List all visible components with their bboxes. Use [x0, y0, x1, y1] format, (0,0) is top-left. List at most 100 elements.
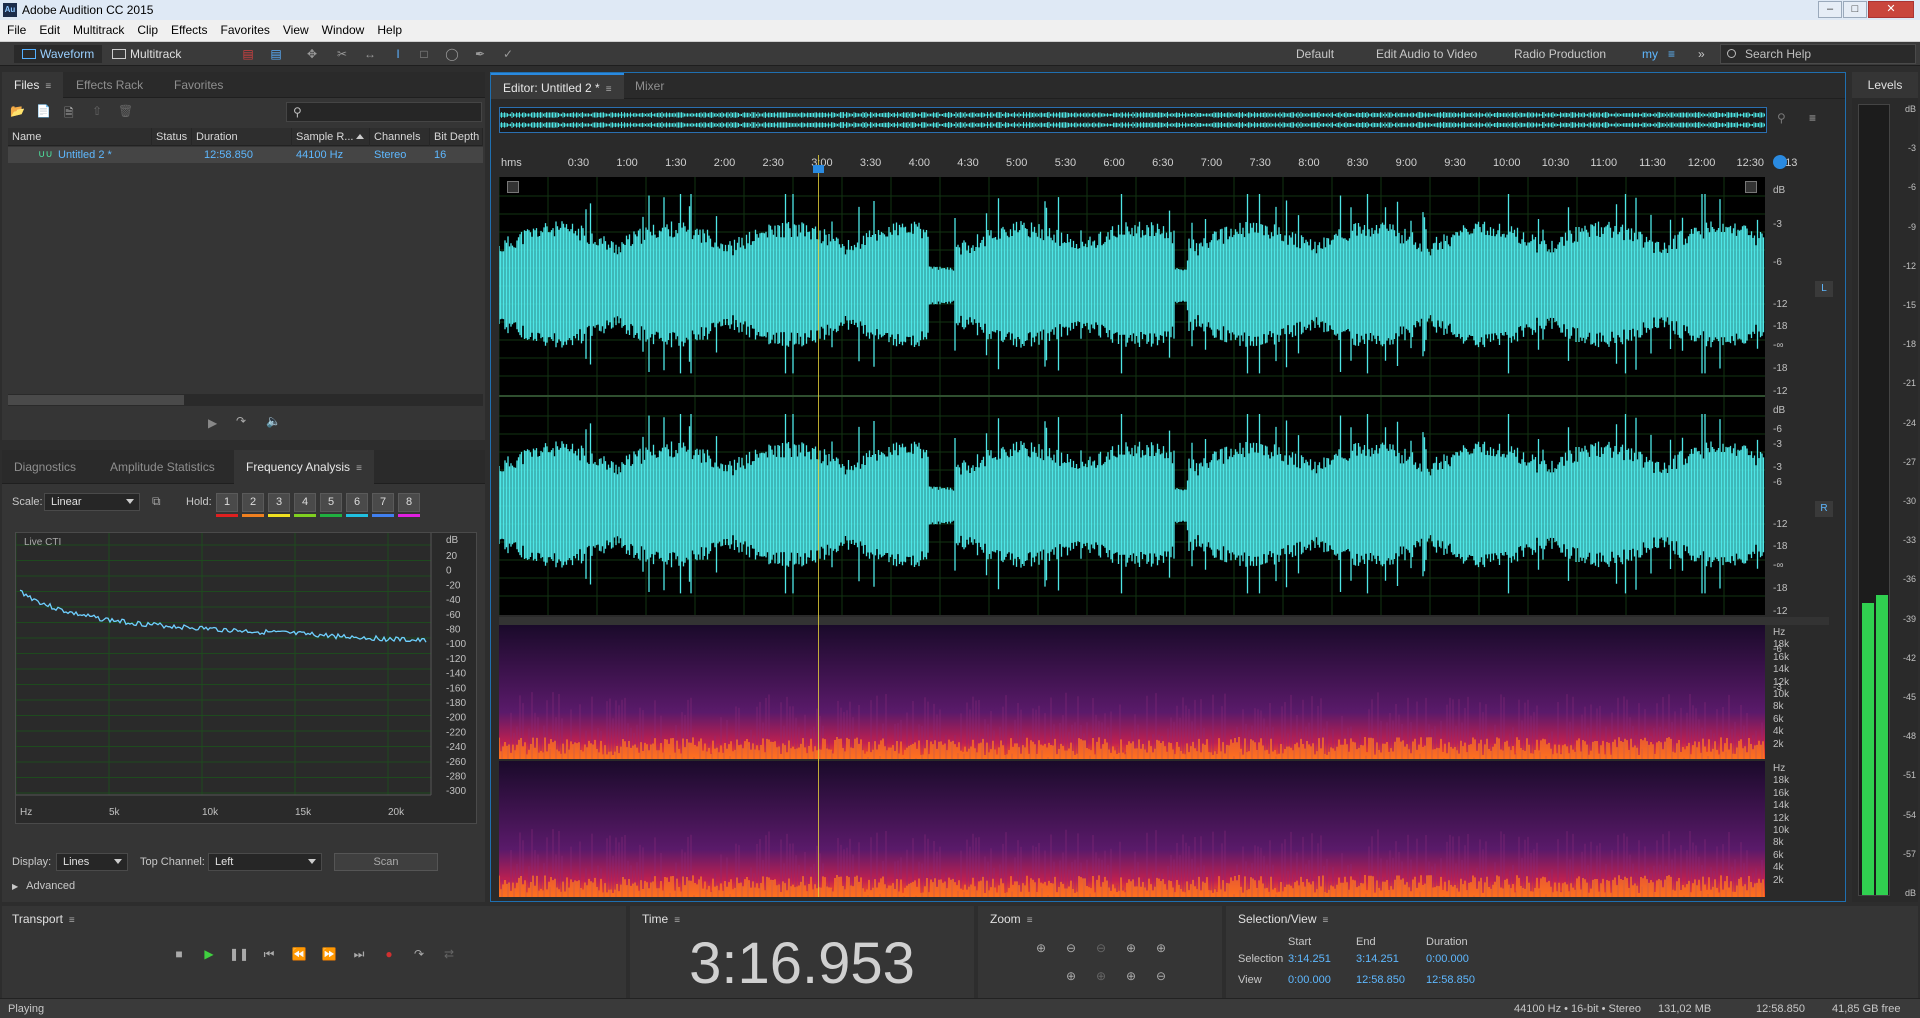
tab-mixer[interactable]: Mixer — [623, 73, 676, 99]
zoom-in-at-start-icon[interactable]: ⊕ — [1120, 938, 1142, 958]
tab-diagnostics[interactable]: Diagnostics — [2, 450, 88, 484]
tab-editor[interactable]: Editor: Untitled 2 * ≡ — [491, 73, 624, 99]
channel-right-toggle[interactable]: R — [1815, 501, 1833, 517]
time-ruler[interactable]: hms 0:30 1:00 1:30 2:00 2:30 3:00 3:30 4:00 4:30 5… — [499, 155, 1797, 173]
selection-duration[interactable]: 0:00.000 — [1426, 953, 1469, 965]
zoom-out-full-icon[interactable]: ⊖ — [1090, 938, 1112, 958]
tab-frequency-analysis[interactable]: Frequency Analysis ≡ — [234, 450, 374, 484]
files-search-input[interactable]: ⚲ — [286, 102, 482, 122]
zoom-navigator-icon[interactable]: ⚲ — [1777, 111, 1786, 125]
tab-favorites[interactable]: Favorites — [162, 72, 235, 98]
menu-favorites[interactable]: Favorites — [214, 20, 276, 37]
tab-files[interactable]: Files ≡ — [2, 72, 64, 98]
advanced-toggle[interactable]: ▶ Advanced — [12, 880, 75, 892]
spectral-pitch-icon[interactable]: ▤ — [268, 47, 284, 61]
table-row[interactable]: ∪∪ Untitled 2 * 12:58.850 44100 Hz Stere… — [8, 147, 483, 163]
zoom-in-at-end-icon[interactable]: ⊕ — [1150, 938, 1172, 958]
waveform-left-channel[interactable] — [498, 177, 1765, 395]
overflow-chevron-icon[interactable]: » — [1698, 47, 1705, 61]
spot-healing-tool-icon[interactable]: ✓ — [500, 47, 516, 61]
fade-out-handle-icon[interactable] — [1745, 181, 1757, 193]
workspace-radio-production[interactable]: Radio Production — [1514, 47, 1606, 61]
menu-effects[interactable]: Effects — [164, 20, 213, 37]
menu-view[interactable]: View — [276, 20, 315, 37]
hold-button-7[interactable]: 7 — [372, 493, 394, 512]
tab-amplitude-statistics[interactable]: Amplitude Statistics — [98, 450, 227, 484]
waveform-right-channel[interactable] — [498, 397, 1765, 615]
spectral-splitter[interactable] — [499, 617, 1829, 625]
scroll-sync-icon[interactable] — [1773, 155, 1787, 169]
copy-to-clipboard-icon[interactable]: ⧉ — [152, 494, 161, 509]
top-channel-select[interactable]: Left — [208, 853, 322, 871]
zoom-in-amplitude-icon[interactable]: ⊕ — [1030, 938, 1052, 958]
zoom-in-selection-icon[interactable]: ⊕ — [1120, 966, 1142, 986]
overview-bar[interactable] — [499, 107, 1767, 133]
spectrogram-left[interactable] — [498, 625, 1765, 759]
hold-button-4[interactable]: 4 — [294, 493, 316, 512]
marquee-tool-icon[interactable]: □ — [416, 47, 432, 61]
skip-selection-icon[interactable]: ⇄ — [438, 944, 460, 964]
menu-edit[interactable]: Edit — [32, 20, 66, 37]
record-icon[interactable]: ● — [378, 944, 400, 964]
playhead[interactable] — [818, 155, 819, 897]
view-end[interactable]: 12:58.850 — [1356, 974, 1405, 986]
horizontal-scrollbar[interactable] — [8, 394, 483, 406]
menu-multitrack[interactable]: Multitrack — [66, 20, 130, 37]
workspace-my[interactable]: my — [1642, 47, 1658, 61]
scale-select[interactable]: Linear — [44, 493, 140, 511]
time-selection-tool-icon[interactable]: I — [390, 47, 406, 61]
workspace-edit-audio-to-video[interactable]: Edit Audio to Video — [1376, 47, 1477, 61]
col-name[interactable]: Name — [8, 128, 152, 146]
view-start[interactable]: 0:00.000 — [1288, 974, 1331, 986]
col-status[interactable]: Status — [152, 128, 192, 146]
hold-button-8[interactable]: 8 — [398, 493, 420, 512]
channel-left-toggle[interactable]: L — [1815, 281, 1833, 297]
play-preview-icon[interactable]: ▶ — [208, 416, 217, 430]
menu-file[interactable]: File — [0, 20, 32, 37]
brush-tool-icon[interactable]: ✒ — [472, 47, 488, 61]
zoom-out-time-icon[interactable]: ⊖ — [1150, 966, 1172, 986]
skip-to-start-icon[interactable]: ⏮ — [258, 944, 280, 964]
stop-icon[interactable]: ■ — [168, 944, 190, 964]
workspace-menu-icon[interactable]: ≡ — [1668, 47, 1675, 61]
hold-button-6[interactable]: 6 — [346, 493, 368, 512]
new-file-icon[interactable]: 🗎 — [64, 104, 74, 125]
skip-to-end-icon[interactable]: ⏭ — [348, 944, 370, 964]
delete-icon[interactable]: 🗑 — [118, 104, 133, 118]
rewind-icon[interactable]: ⏪ — [288, 944, 310, 964]
col-channels[interactable]: Channels — [370, 128, 430, 146]
waveform-mode-button[interactable]: Waveform — [14, 45, 103, 63]
insert-icon[interactable]: ⇧ — [92, 104, 102, 118]
slip-tool-icon[interactable]: ↔ — [362, 47, 378, 61]
time-display[interactable]: 3:16.953 — [630, 930, 974, 997]
selection-start[interactable]: 3:14.251 — [1288, 953, 1331, 965]
spectrogram-right[interactable] — [498, 761, 1765, 897]
loop-preview-icon[interactable]: ↷ — [236, 414, 246, 428]
scrollbar-thumb[interactable] — [8, 395, 184, 405]
hold-button-5[interactable]: 5 — [320, 493, 342, 512]
hold-button-1[interactable]: 1 — [216, 493, 238, 512]
playhead-handle[interactable] — [813, 165, 824, 173]
col-bit-depth[interactable]: Bit Depth — [430, 128, 483, 146]
selection-end[interactable]: 3:14.251 — [1356, 953, 1399, 965]
autoplay-icon[interactable]: 🔈 — [266, 414, 281, 428]
menu-window[interactable]: Window — [315, 20, 371, 37]
play-icon[interactable]: ▶ — [198, 944, 220, 964]
fade-in-handle-icon[interactable] — [507, 181, 519, 193]
zoom-in-time-icon[interactable]: ⊕ — [1060, 966, 1082, 986]
lasso-tool-icon[interactable]: ◯ — [444, 47, 460, 61]
hold-button-3[interactable]: 3 — [268, 493, 290, 512]
move-tool-icon[interactable]: ✥ — [304, 47, 320, 61]
menu-clip[interactable]: Clip — [130, 20, 164, 37]
spectral-display-icon[interactable]: ▤ — [240, 47, 256, 61]
tab-effects-rack[interactable]: Effects Rack — [64, 72, 155, 98]
workspace-default[interactable]: Default — [1296, 47, 1334, 61]
import-file-icon[interactable]: 📄 — [36, 104, 51, 118]
close-icon[interactable]: ✕ — [1868, 1, 1914, 18]
menu-help[interactable]: Help — [370, 20, 408, 37]
display-options-icon[interactable]: ≡ — [1809, 111, 1816, 125]
razor-tool-icon[interactable]: ✂ — [334, 47, 350, 61]
scan-button[interactable]: Scan — [334, 853, 438, 871]
fast-forward-icon[interactable]: ⏩ — [318, 944, 340, 964]
zoom-to-selection-icon[interactable]: ⊕ — [1090, 966, 1112, 986]
